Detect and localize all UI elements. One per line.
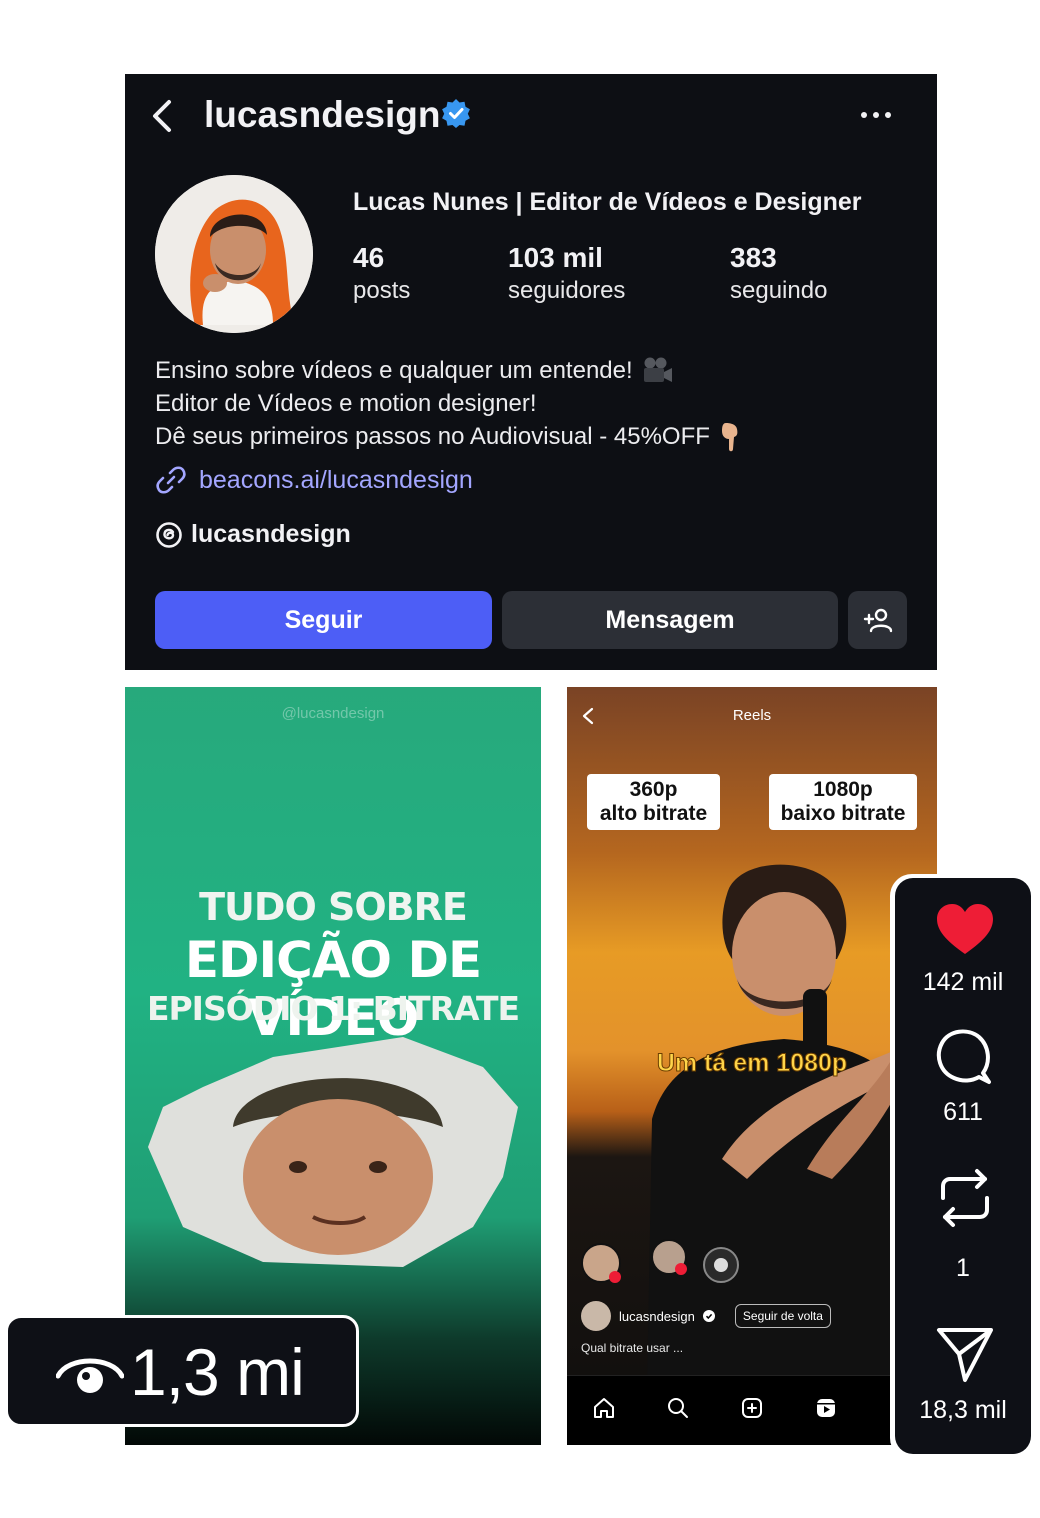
quality-tag-360p: 360p alto bitrate <box>587 774 720 830</box>
profile-avatar[interactable] <box>155 175 313 333</box>
reel-title-line1: TUDO SOBRE <box>199 885 468 929</box>
stat-following-label: seguindo <box>730 277 828 304</box>
comments-count[interactable]: 611 <box>895 1098 1031 1127</box>
message-button[interactable]: Mensagem <box>502 591 838 649</box>
reel-actions-panel: 142 mil 611 1 18,3 mil <box>890 874 1036 1460</box>
views-count: 1,3 mi <box>130 1335 305 1409</box>
reel-author-row: lucasndesign Seguir de volta <box>581 1301 831 1331</box>
follow-button[interactable]: Seguir <box>155 591 492 649</box>
bio-line-text: Editor de Vídeos e motion designer! <box>155 390 537 417</box>
shares-count[interactable]: 18,3 mil <box>895 1396 1031 1425</box>
more-options-icon[interactable] <box>860 110 892 120</box>
profile-handle: lucasndesign <box>204 94 441 135</box>
comment-icon[interactable] <box>935 1026 995 1086</box>
tag-line: 1080p <box>813 778 873 801</box>
reel-watermark: @lucasndesign <box>281 705 385 722</box>
follow-back-button[interactable]: Seguir de volta <box>734 1304 831 1328</box>
reposts-count[interactable]: 1 <box>895 1254 1031 1283</box>
author-username[interactable]: lucasndesign <box>619 1309 695 1324</box>
liked-by-avatars <box>581 1239 739 1283</box>
bio-line: Dê seus primeiros passos no Audiovisual … <box>155 420 742 453</box>
profile-card: lucasndesign Lucas Nunes | Editor de Víd… <box>125 74 937 670</box>
threads-badge[interactable]: lucasndesign <box>155 520 351 549</box>
reels-icon[interactable] <box>814 1396 838 1420</box>
movie-camera-icon <box>643 357 672 382</box>
verified-icon <box>702 1310 715 1322</box>
stat-posts-value: 46 <box>353 242 385 273</box>
home-icon[interactable] <box>592 1396 616 1420</box>
tag-line: alto bitrate <box>599 802 708 825</box>
back-icon[interactable] <box>147 96 181 136</box>
views-badge: 1,3 mi <box>5 1315 359 1427</box>
tag-line: 360p <box>629 778 678 801</box>
stat-following-value: 383 <box>730 242 777 273</box>
likes-count[interactable]: 142 mil <box>895 968 1031 997</box>
create-post-icon[interactable] <box>740 1396 764 1420</box>
bottom-navigation <box>567 1375 937 1445</box>
stat-followers-value: 103 mil <box>508 242 603 273</box>
suggest-users-button[interactable] <box>848 591 907 649</box>
video-overlay-caption: Um tá em 1080p <box>656 1049 848 1078</box>
stat-followers-label: seguidores <box>508 277 626 304</box>
reel-actions-inner: 142 mil 611 1 18,3 mil <box>895 878 1031 1454</box>
share-icon[interactable] <box>935 1324 995 1384</box>
threads-icon <box>156 521 182 548</box>
threads-handle: lucasndesign <box>191 520 351 548</box>
link-icon <box>156 466 186 494</box>
reel-player-right[interactable]: Reels 360p alto bitrate 1080p baixo bitr… <box>567 687 937 1445</box>
search-icon[interactable] <box>666 1396 690 1420</box>
quality-tag-1080p: 1080p baixo bitrate <box>769 774 917 830</box>
tag-line: baixo bitrate <box>780 802 906 825</box>
bio-line: Editor de Vídeos e motion designer! <box>155 387 742 420</box>
reels-header-title: Reels <box>732 707 772 724</box>
author-avatar[interactable] <box>581 1301 611 1331</box>
eye-icon <box>56 1358 124 1393</box>
profile-bio: Ensino sobre vídeos e qualquer um entend… <box>155 354 742 453</box>
profile-link[interactable]: beacons.ai/lucasndesign <box>155 464 473 496</box>
stat-posts[interactable]: 46 posts <box>353 242 410 308</box>
stat-following[interactable]: 383 seguindo <box>730 242 827 308</box>
face-cutout-image <box>148 1037 518 1267</box>
bio-line-text: Dê seus primeiros passos no Audiovisual … <box>155 423 710 450</box>
reel-caption[interactable]: Qual bitrate usar ... <box>581 1341 683 1355</box>
profile-display-name: Lucas Nunes | Editor de Vídeos e Designe… <box>353 188 862 216</box>
stat-followers[interactable]: 103 mil seguidores <box>508 242 625 308</box>
reel-title-line3: EPISÓDIO 1: BITRATE <box>146 989 520 1028</box>
bio-line: Ensino sobre vídeos e qualquer um entend… <box>155 354 742 387</box>
profile-link-text[interactable]: beacons.ai/lucasndesign <box>199 466 473 495</box>
heart-icon[interactable] <box>935 900 995 960</box>
profile-topbar: lucasndesign <box>125 74 937 154</box>
verified-icon <box>442 99 470 128</box>
pointing-down-icon <box>721 422 738 451</box>
stat-posts-label: posts <box>353 277 411 304</box>
bio-line-text: Ensino sobre vídeos e qualquer um entend… <box>155 357 633 384</box>
add-user-icon <box>863 608 892 633</box>
repost-icon[interactable] <box>935 1168 995 1228</box>
